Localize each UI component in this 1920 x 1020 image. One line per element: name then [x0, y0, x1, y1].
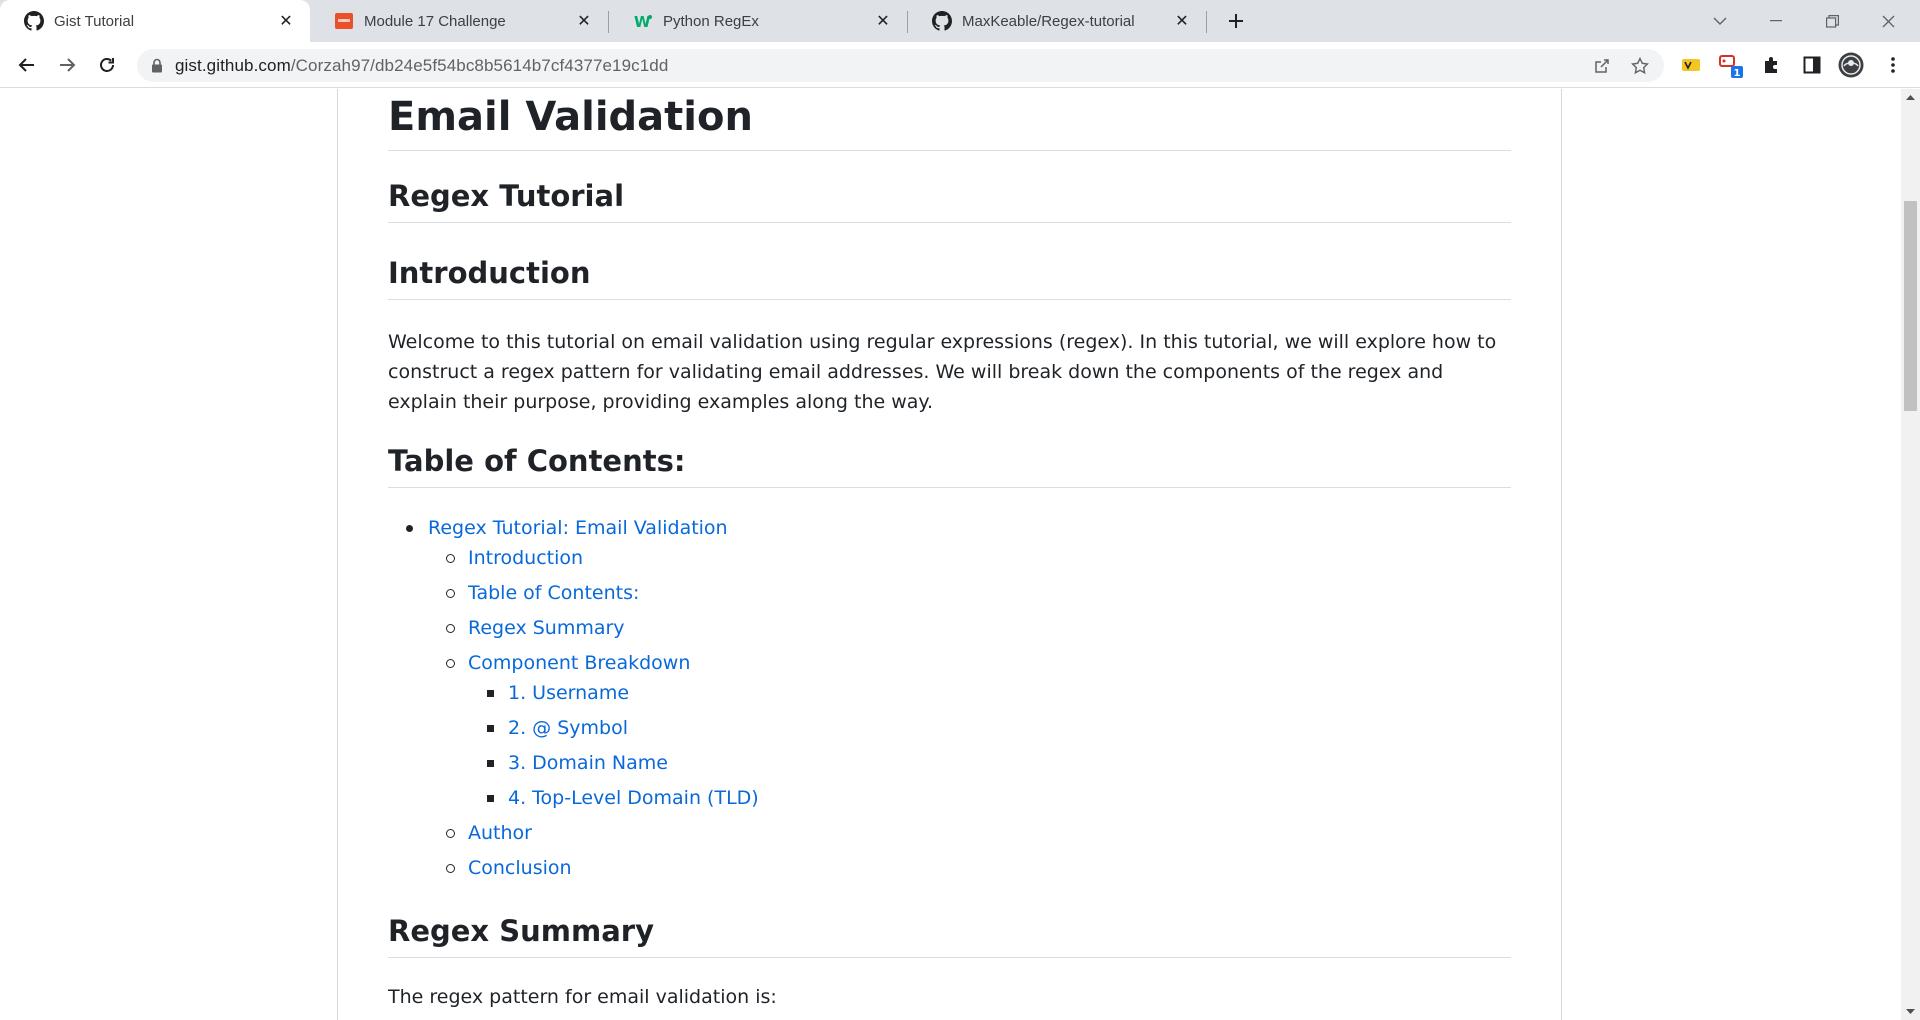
tab-title: Python RegEx	[663, 12, 759, 30]
toc-link-regex-summary[interactable]: Regex Summary	[468, 617, 625, 639]
toc-link-username[interactable]: 1. Username	[508, 682, 629, 704]
intro-paragraph: Welcome to this tutorial on email valida…	[388, 331, 1497, 413]
minimize-button[interactable]	[1748, 0, 1804, 42]
list-item: 3. Domain Name	[388, 748, 668, 778]
bullet	[446, 829, 455, 838]
reload-button[interactable]	[93, 51, 121, 79]
list-item: 1. Username	[388, 678, 629, 708]
tab-separator	[1206, 11, 1207, 33]
heading-regex-summary: Regex Summary	[388, 913, 1511, 958]
browser-toolbar: gist.github.com/Corzah97/db24e5f54bc8b56…	[0, 42, 1920, 88]
bullet	[487, 690, 494, 697]
list-item: Regex Summary	[388, 613, 625, 643]
tab-python-regex[interactable]: W Python RegEx ✕	[609, 0, 907, 42]
summary-paragraph: The regex pattern for email validation i…	[388, 986, 777, 1008]
bullet	[487, 760, 494, 767]
svg-text:W: W	[634, 13, 651, 31]
toc-link-author[interactable]: Author	[468, 822, 532, 844]
tab-search-button[interactable]	[1692, 0, 1748, 42]
extensions-puzzle-icon[interactable]	[1759, 52, 1785, 78]
url-text[interactable]: gist.github.com/Corzah97/db24e5f54bc8b56…	[175, 56, 668, 76]
page-title: Email Validation	[388, 89, 1511, 151]
address-bar[interactable]: gist.github.com/Corzah97/db24e5f54bc8b56…	[137, 49, 1664, 82]
heading-introduction: Introduction	[388, 255, 1511, 300]
share-icon[interactable]	[1589, 53, 1615, 79]
side-panel-icon[interactable]	[1799, 52, 1825, 78]
module-icon	[334, 11, 354, 31]
restore-button[interactable]	[1804, 0, 1860, 42]
toc-link-conclusion[interactable]: Conclusion	[468, 857, 572, 879]
scroll-down-arrow-icon[interactable]	[1901, 1004, 1920, 1020]
list-item: Introduction	[388, 543, 583, 573]
profile-avatar[interactable]	[1838, 52, 1864, 78]
list-item: Table of Contents:	[388, 578, 639, 608]
extension-badge-count: 1	[1734, 68, 1741, 78]
tab-title: MaxKeable/Regex-tutorial	[962, 12, 1135, 30]
tab-strip: Gist Tutorial ✕ Module 17 Challenge ✕ W …	[0, 0, 1920, 42]
github-icon	[932, 11, 952, 31]
back-button[interactable]	[13, 51, 41, 79]
bookmark-star-icon[interactable]	[1627, 53, 1653, 79]
github-icon	[24, 11, 44, 31]
close-icon[interactable]: ✕	[1172, 11, 1192, 31]
toc-link-component-breakdown[interactable]: Component Breakdown	[468, 652, 690, 674]
close-icon[interactable]: ✕	[574, 11, 594, 31]
heading-regex-tutorial: Regex Tutorial	[388, 178, 1511, 223]
browser-menu-icon[interactable]	[1880, 52, 1906, 78]
page-viewport: Email Validation Regex Tutorial Introduc…	[0, 89, 1901, 1020]
close-icon[interactable]: ✕	[873, 11, 893, 31]
bullet	[406, 525, 413, 532]
list-item: Conclusion	[388, 853, 572, 883]
tab-module-17-challenge[interactable]: Module 17 Challenge ✕	[310, 0, 608, 42]
lock-icon[interactable]	[151, 58, 163, 73]
close-icon[interactable]: ✕	[276, 11, 296, 31]
list-item: 4. Top-Level Domain (TLD)	[388, 783, 759, 813]
bullet	[487, 725, 494, 732]
page-scrollbar[interactable]	[1901, 89, 1920, 1020]
extension-badge-icon[interactable]: 1	[1718, 52, 1744, 78]
tab-title: Module 17 Challenge	[364, 12, 506, 30]
bullet	[446, 864, 455, 873]
url-host: gist.github.com	[175, 55, 291, 75]
toc-link-table-of-contents[interactable]: Table of Contents:	[468, 582, 639, 604]
heading-table-of-contents: Table of Contents:	[388, 443, 1511, 488]
forward-button[interactable]	[53, 51, 81, 79]
bullet	[446, 554, 455, 563]
bullet	[487, 795, 494, 802]
toc-link-introduction[interactable]: Introduction	[468, 547, 583, 569]
bullet	[446, 659, 455, 668]
list-item: 2. @ Symbol	[388, 713, 628, 743]
list-item: Component Breakdown	[388, 648, 690, 678]
extension-yellow-icon[interactable]	[1678, 52, 1704, 78]
new-tab-button[interactable]	[1222, 7, 1250, 35]
toc-link-tld[interactable]: 4. Top-Level Domain (TLD)	[508, 787, 759, 809]
tab-gist-tutorial[interactable]: Gist Tutorial ✕	[0, 0, 310, 42]
tab-maxkeable-regex-tutorial[interactable]: MaxKeable/Regex-tutorial ✕	[908, 0, 1206, 42]
w3schools-icon: W	[633, 11, 653, 31]
bullet	[446, 624, 455, 633]
bullet	[446, 589, 455, 598]
close-window-button[interactable]	[1860, 0, 1916, 42]
toc-link-at-symbol[interactable]: 2. @ Symbol	[508, 717, 628, 739]
list-item: Regex Tutorial: Email Validation	[388, 513, 728, 543]
url-path: /Corzah97/db24e5f54bc8b5614b7cf4377e19c1…	[290, 55, 669, 75]
toc-link-domain-name[interactable]: 3. Domain Name	[508, 752, 668, 774]
tab-title: Gist Tutorial	[54, 12, 135, 30]
scroll-up-arrow-icon[interactable]	[1901, 89, 1920, 105]
toc-link-regex-tutorial[interactable]: Regex Tutorial: Email Validation	[428, 517, 728, 539]
scrollbar-thumb[interactable]	[1904, 201, 1917, 411]
list-item: Author	[388, 818, 532, 848]
